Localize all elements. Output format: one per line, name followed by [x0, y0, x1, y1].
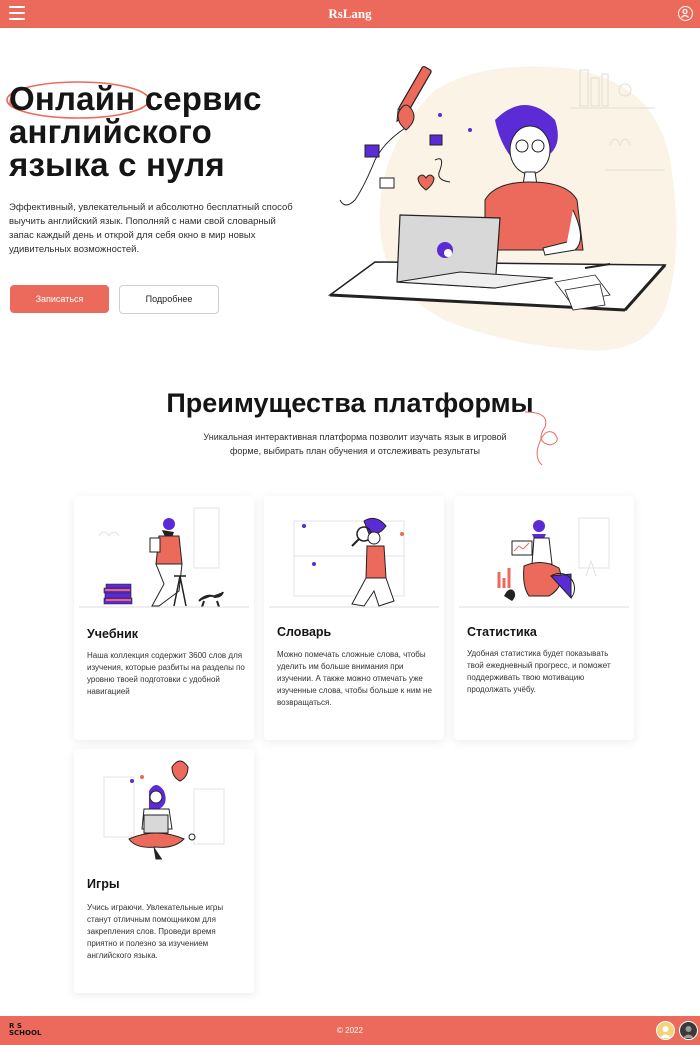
- card-title: Словарь: [277, 625, 332, 639]
- statistics-illustration: [459, 517, 629, 608]
- games-illustration: [103, 760, 225, 860]
- hero-title-line: Онлайн сервис: [9, 80, 262, 117]
- footer: R S SCHOOL © 2022: [0, 1016, 700, 1045]
- card-text: Наша коллекция содержит 3600 слов для из…: [87, 651, 245, 696]
- advantages-subtitle: Уникальная интерактивная платформа позво…: [203, 432, 507, 456]
- top-bar: RsLang: [0, 0, 700, 28]
- author-avatar-1[interactable]: [656, 1021, 675, 1040]
- feature-card-games[interactable]: Игры Учись играючи. Увлекательные игры с…: [74, 749, 254, 993]
- hero-title-line: английского: [9, 113, 213, 150]
- feature-card-dictionary[interactable]: Словарь Можно помечать сложные слова, чт…: [264, 496, 444, 740]
- user-icon[interactable]: [678, 6, 693, 21]
- hero-description: Эффективный, увлекательный и абсолютно б…: [9, 202, 293, 255]
- card-text: Можно помечать сложные слова, чтобы удел…: [277, 650, 432, 707]
- card-title: Игры: [87, 877, 120, 891]
- hero-illustration: [327, 65, 677, 351]
- decorative-squiggle: [524, 411, 558, 466]
- brand-logo[interactable]: RsLang: [0, 6, 700, 22]
- textbook-illustration: [79, 507, 249, 608]
- dictionary-illustration: [269, 517, 439, 608]
- card-title: Учебник: [87, 627, 139, 641]
- author-avatar-2[interactable]: [679, 1021, 698, 1040]
- card-title: Статистика: [467, 625, 537, 639]
- advantages-title: Преимущества платформы: [166, 388, 534, 418]
- signup-button[interactable]: Записаться: [10, 285, 109, 313]
- hero-title: Онлайн сервис английского языка с нуля: [9, 82, 309, 181]
- card-text: Удобная статистика будет показывать твой…: [467, 649, 611, 694]
- more-info-button[interactable]: Подробнее: [119, 285, 219, 314]
- feature-card-textbook[interactable]: Учебник Наша коллекция содержит 3600 сло…: [74, 496, 254, 740]
- feature-card-statistics[interactable]: Статистика Удобная статистика будет пока…: [454, 496, 634, 740]
- card-text: Учись играючи. Увлекательные игры станут…: [87, 903, 224, 960]
- hero-title-line: языка с нуля: [9, 146, 225, 183]
- copyright: © 2022: [337, 1026, 363, 1035]
